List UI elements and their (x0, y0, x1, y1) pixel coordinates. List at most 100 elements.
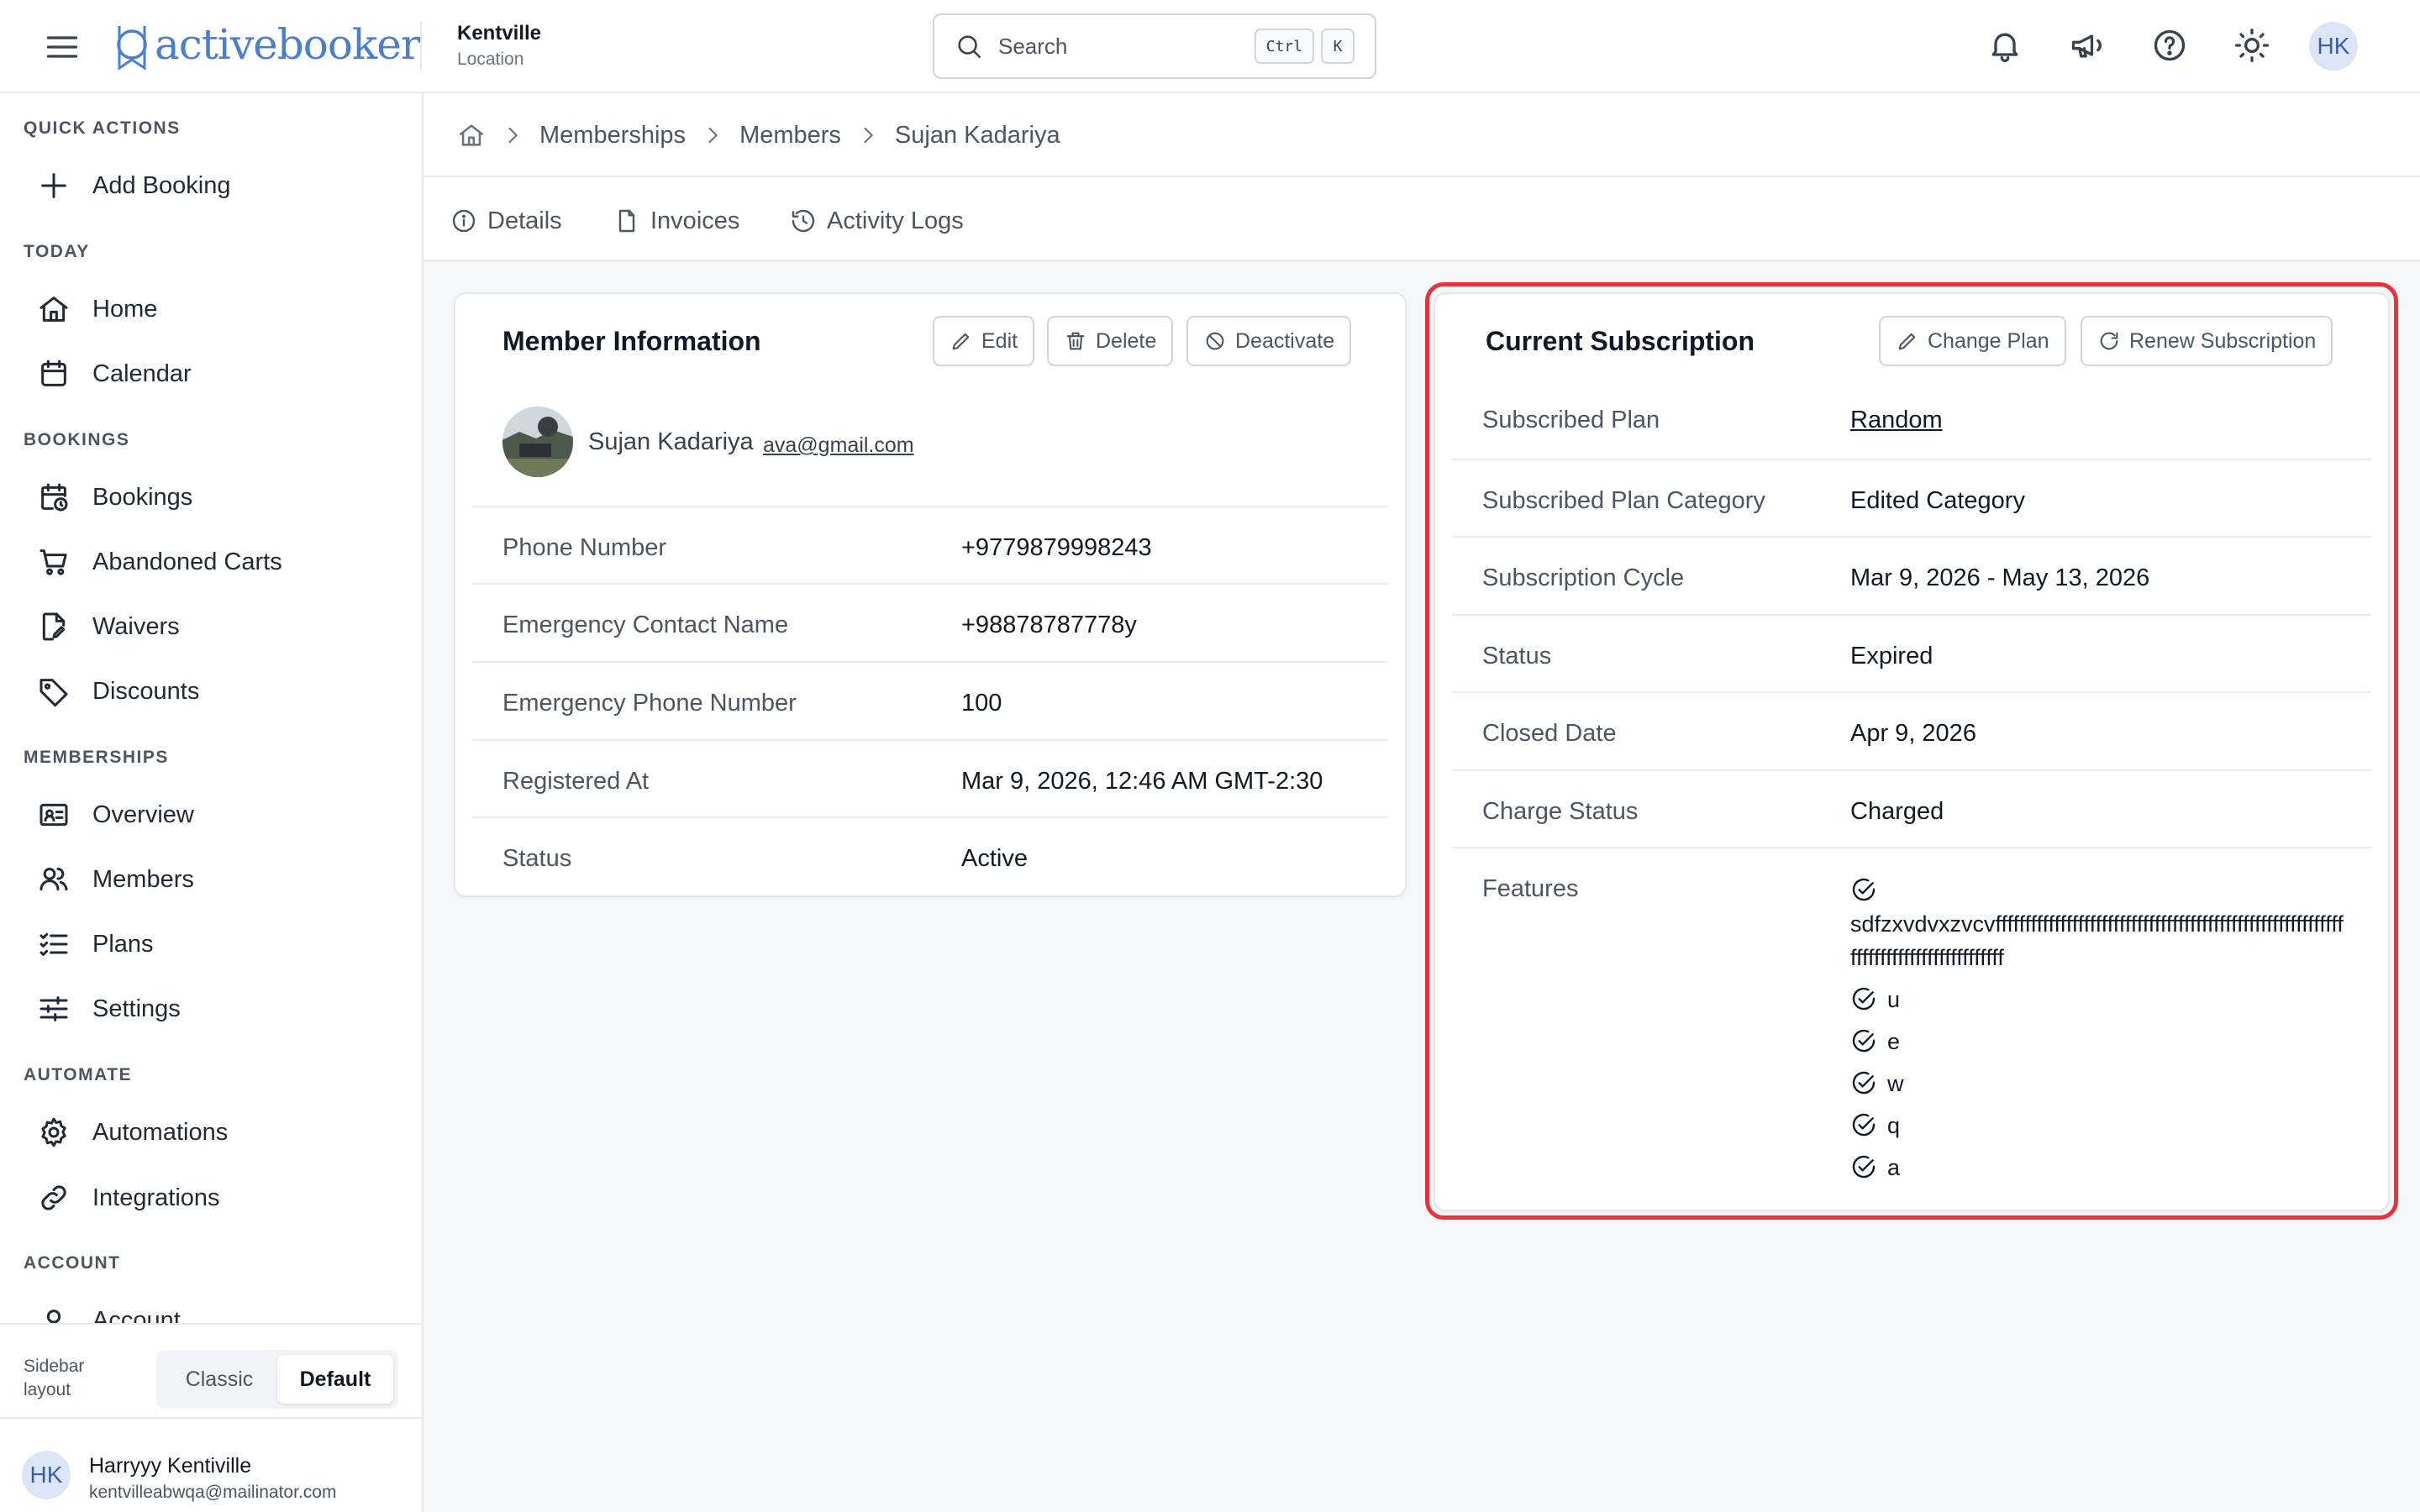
row-value: Mar 9, 2026, 12:46 AM GMT-2:30 (961, 768, 1323, 795)
theme-sun-icon[interactable] (2233, 27, 2270, 64)
button-label: Change Plan (1928, 328, 2049, 353)
layout-option-default[interactable]: Default (277, 1355, 393, 1404)
check-circle-icon (1850, 1112, 1877, 1139)
row-label: Status (502, 845, 572, 872)
member-email-link[interactable]: ava@gmail.com (763, 433, 914, 458)
feature-text: u (1887, 987, 1901, 1012)
divider (420, 22, 422, 71)
button-label: Edit (981, 328, 1018, 353)
card-title: Current Subscription (1486, 326, 1755, 356)
row-label: Charge Status (1482, 798, 1639, 825)
tab-activity-logs[interactable]: Activity Logs (790, 204, 964, 238)
edit-button[interactable]: Edit (933, 316, 1035, 366)
cart-icon (37, 545, 71, 579)
breadcrumb-bar: Memberships Members Sujan Kadariya (424, 93, 2420, 177)
list-check-icon (37, 927, 71, 961)
deactivate-button[interactable]: Deactivate (1186, 316, 1352, 366)
user-icon (37, 1305, 71, 1323)
sidebar-item-home[interactable]: Home (37, 286, 407, 333)
breadcrumb-members[interactable]: Members (739, 122, 841, 150)
sidebar-item-add-booking[interactable]: Add Booking (37, 162, 407, 209)
sidebar-item-integrations[interactable]: Integrations (37, 1174, 407, 1221)
features-row: Features sdfzxvdvxzvcvffffffffffffffffff… (1452, 847, 2371, 1200)
sidebar-item-label: Integrations (92, 1184, 220, 1211)
sidebar-item-bookings[interactable]: Bookings (37, 474, 407, 521)
user-email: kentvilleabwqa@mailinator.com (89, 1483, 337, 1502)
sidebar-item-members[interactable]: Members (37, 856, 407, 903)
row-value: Expired (1850, 643, 1933, 669)
home-icon[interactable] (457, 121, 486, 150)
sidebar-item-label: Members (92, 865, 194, 893)
tag-icon (37, 675, 71, 708)
id-card-icon (37, 798, 71, 832)
row-label: Status (1482, 643, 1552, 669)
search-input[interactable]: Search Ctrl K (933, 13, 1376, 79)
gear-icon (37, 1116, 71, 1149)
renew-subscription-button[interactable]: Renew Subscription (2081, 316, 2333, 366)
sidebar-item-label: Discounts (92, 677, 200, 705)
row-label: Features (1482, 875, 1579, 902)
tab-details[interactable]: Details (450, 204, 562, 238)
sidebar-item-label: Waivers (92, 612, 180, 640)
sidebar-item-abandoned-carts[interactable]: Abandoned Carts (37, 538, 407, 585)
trash-icon (1064, 329, 1087, 353)
help-icon[interactable] (2151, 27, 2188, 64)
info-row: Registered At Mar 9, 2026, 12:46 AM GMT-… (472, 739, 1388, 816)
sidebar-item-label: Calendar (92, 360, 192, 387)
tab-invoices[interactable]: Invoices (613, 204, 739, 238)
sidebar-layout-label: Sidebar layout (24, 1357, 85, 1399)
bell-icon[interactable] (1986, 27, 2023, 64)
tab-label: Invoices (650, 207, 740, 234)
card-title: Member Information (502, 326, 761, 356)
check-circle-icon (1850, 877, 1877, 904)
button-label: Deactivate (1235, 328, 1335, 353)
check-circle-icon (1850, 1154, 1877, 1181)
location-switcher[interactable]: Kentville Location (457, 22, 541, 70)
row-label: Emergency Phone Number (502, 690, 797, 717)
layout-option-classic[interactable]: Classic (161, 1355, 277, 1404)
row-value: Active (961, 845, 1028, 872)
home-icon (37, 292, 71, 326)
feature-item: q (1850, 1109, 2346, 1142)
sidebar-section-title: ACCOUNT (24, 1253, 121, 1273)
breadcrumb-memberships[interactable]: Memberships (539, 122, 686, 150)
menu-icon[interactable] (44, 29, 81, 66)
sidebar-item-label: Home (92, 295, 158, 323)
info-row: Phone Number +9779879998243 (472, 506, 1388, 583)
feature-item: a (1850, 1151, 2346, 1184)
location-name: Kentville (457, 22, 542, 45)
info-row: Emergency Phone Number 100 (472, 661, 1388, 738)
current-subscription-card: Current Subscription Change Plan Renew S… (1434, 292, 2390, 1211)
user-avatar[interactable]: HK (2309, 22, 2358, 71)
subscribed-plan-link[interactable]: Random (1850, 407, 1943, 434)
sidebar: QUICK ACTIONS Add Booking TODAY Home Cal… (0, 93, 424, 1512)
sidebar-section-title: BOOKINGS (24, 430, 130, 449)
sidebar-item-plans[interactable]: Plans (37, 921, 407, 968)
sidebar-item-label: Automations (92, 1118, 229, 1146)
features-list: sdfzxvdvxzvcvfffffffffffffffffffffffffff… (1850, 874, 2346, 1193)
sidebar-item-discounts[interactable]: Discounts (37, 668, 407, 715)
sidebar-item-calendar[interactable]: Calendar (37, 350, 407, 397)
tab-label: Details (487, 207, 562, 234)
sidebar-item-account[interactable]: Account (37, 1297, 407, 1323)
sidebar-item-overview[interactable]: Overview (37, 791, 407, 838)
sidebar-item-automations[interactable]: Automations (37, 1109, 407, 1156)
sidebar-item-settings[interactable]: Settings (37, 985, 407, 1032)
info-row: Status Active (472, 816, 1388, 894)
info-icon (450, 207, 477, 234)
shortcut-key-k: K (1321, 29, 1355, 64)
logo[interactable]: activebooker (111, 15, 421, 74)
sidebar-item-waivers[interactable]: Waivers (37, 603, 407, 650)
button-label: Delete (1096, 328, 1157, 353)
pencil-icon (1896, 329, 1919, 353)
change-plan-button[interactable]: Change Plan (1879, 316, 2066, 366)
feature-item: e (1850, 1025, 2346, 1058)
delete-button[interactable]: Delete (1047, 316, 1174, 366)
megaphone-icon[interactable] (2069, 27, 2106, 64)
history-icon (790, 207, 817, 234)
plus-icon (37, 169, 71, 202)
sidebar-user[interactable]: HK Harryyy Kentiville kentvilleabwqa@mai… (0, 1417, 422, 1512)
tabs-bar: Details Invoices Activity Logs (424, 177, 2420, 261)
row-label: Registered At (502, 768, 650, 795)
ban-icon (1203, 329, 1227, 353)
